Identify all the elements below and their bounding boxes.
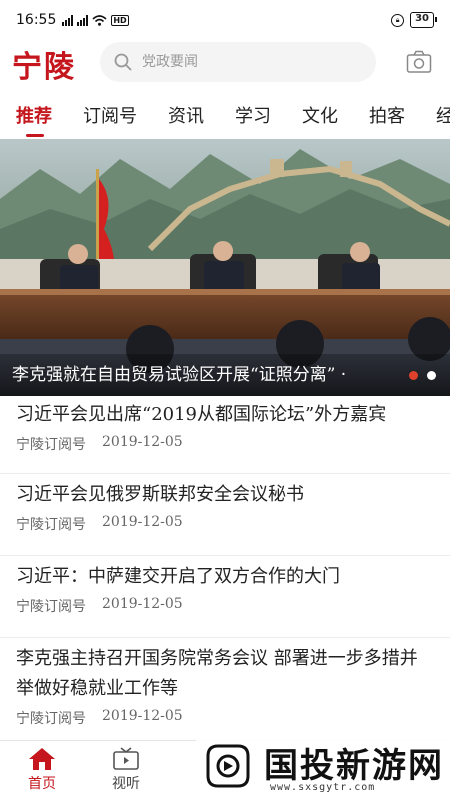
top-bar: 宁陵 xyxy=(0,40,450,86)
nav-home[interactable]: 首页 xyxy=(0,741,84,801)
search-input[interactable] xyxy=(140,53,344,71)
nav-media[interactable]: 视听 xyxy=(84,741,168,801)
network-badge: HD xyxy=(111,14,129,26)
news-title: 李克强主持召开国务院常务会议 部署进一步多措并举做好稳就业工作等 xyxy=(16,648,418,699)
news-source: 宁陵订阅号 xyxy=(16,437,86,453)
banner-caption[interactable]: 李克强就在自由贸易试验区开展“证照分离” · xyxy=(0,354,450,396)
camera-icon[interactable] xyxy=(406,50,432,74)
news-date: 2019-12-05 xyxy=(102,596,183,612)
watermark-url: www.sxsgytr.com xyxy=(270,782,376,793)
status-icons: HD xyxy=(62,14,129,26)
watermark-text: 国投新游网 xyxy=(264,746,444,786)
lock-rotation-icon: 🔒︎ xyxy=(391,13,405,27)
tab-paike[interactable]: 拍客 xyxy=(369,102,419,128)
news-meta: 宁陵订阅号 2019-12-05 xyxy=(16,514,434,542)
status-right: 🔒︎ 30 xyxy=(391,12,437,28)
tv-icon xyxy=(113,747,139,770)
list-item[interactable]: 习近平：中萨建交开启了双方合作的大门 宁陵订阅号 2019-12-05 xyxy=(0,556,450,638)
news-meta: 宁陵订阅号 2019-12-05 xyxy=(16,596,434,624)
carousel-dots xyxy=(409,371,436,380)
category-tabs: 推荐 订阅号 资讯 学习 文化 拍客 经济 xyxy=(0,92,450,138)
home-icon xyxy=(29,748,55,770)
status-time: 16:55 xyxy=(16,12,57,28)
news-title: 习近平会见俄罗斯联邦安全会议秘书 xyxy=(16,484,304,505)
nav-media-label: 视听 xyxy=(112,776,140,792)
carousel-dot[interactable] xyxy=(427,371,436,380)
news-title: 习近平：中萨建交开启了双方合作的大门 xyxy=(16,566,340,587)
tab-subscriptions[interactable]: 订阅号 xyxy=(83,102,151,128)
news-date: 2019-12-05 xyxy=(102,434,183,450)
news-meta: 宁陵订阅号 2019-12-05 xyxy=(16,708,434,736)
news-source: 宁陵订阅号 xyxy=(16,711,86,727)
nav-home-label: 首页 xyxy=(28,776,56,792)
watermark-logo-icon xyxy=(206,744,250,788)
tab-news[interactable]: 资讯 xyxy=(168,102,218,128)
tab-economy[interactable]: 经济 xyxy=(436,102,450,128)
news-date: 2019-12-05 xyxy=(102,708,183,724)
news-title: 习近平会见出席“2019从都国际论坛”外方嘉宾 xyxy=(16,404,387,425)
search-icon xyxy=(114,53,132,71)
app-logo[interactable]: 宁陵 xyxy=(12,42,76,86)
news-source: 宁陵订阅号 xyxy=(16,517,86,533)
news-source: 宁陵订阅号 xyxy=(16,599,86,615)
search-box[interactable] xyxy=(100,42,376,82)
battery-icon: 30 xyxy=(410,12,437,28)
list-item[interactable]: 习近平会见出席“2019从都国际论坛”外方嘉宾 宁陵订阅号 2019-12-05 xyxy=(0,396,450,474)
news-meta: 宁陵订阅号 2019-12-05 xyxy=(16,434,434,462)
tab-culture[interactable]: 文化 xyxy=(302,102,352,128)
list-item[interactable]: 李克强主持召开国务院常务会议 部署进一步多措并举做好稳就业工作等 宁陵订阅号 2… xyxy=(0,638,450,738)
news-date: 2019-12-05 xyxy=(102,514,183,530)
banner-title: 李克强就在自由贸易试验区开展“证照分离” xyxy=(12,365,336,385)
tab-recommend[interactable]: 推荐 xyxy=(0,102,66,137)
carousel-dot-active[interactable] xyxy=(409,371,418,380)
banner-ellipsis: · xyxy=(340,365,347,385)
wifi-icon xyxy=(92,14,107,26)
news-list: 习近平会见出席“2019从都国际论坛”外方嘉宾 宁陵订阅号 2019-12-05… xyxy=(0,396,450,738)
banner-carousel[interactable]: 李克强就在自由贸易试验区开展“证照分离” · xyxy=(0,139,450,396)
status-left: 16:55 HD xyxy=(16,12,129,28)
status-bar: 16:55 HD 🔒︎ 30 xyxy=(0,0,450,40)
signal-icon-2 xyxy=(77,14,89,26)
list-item[interactable]: 习近平会见俄罗斯联邦安全会议秘书 宁陵订阅号 2019-12-05 xyxy=(0,474,450,556)
signal-icon xyxy=(62,14,74,26)
watermark: 国投新游网 www.sxsgytr.com xyxy=(196,736,450,800)
tab-study[interactable]: 学习 xyxy=(235,102,285,128)
